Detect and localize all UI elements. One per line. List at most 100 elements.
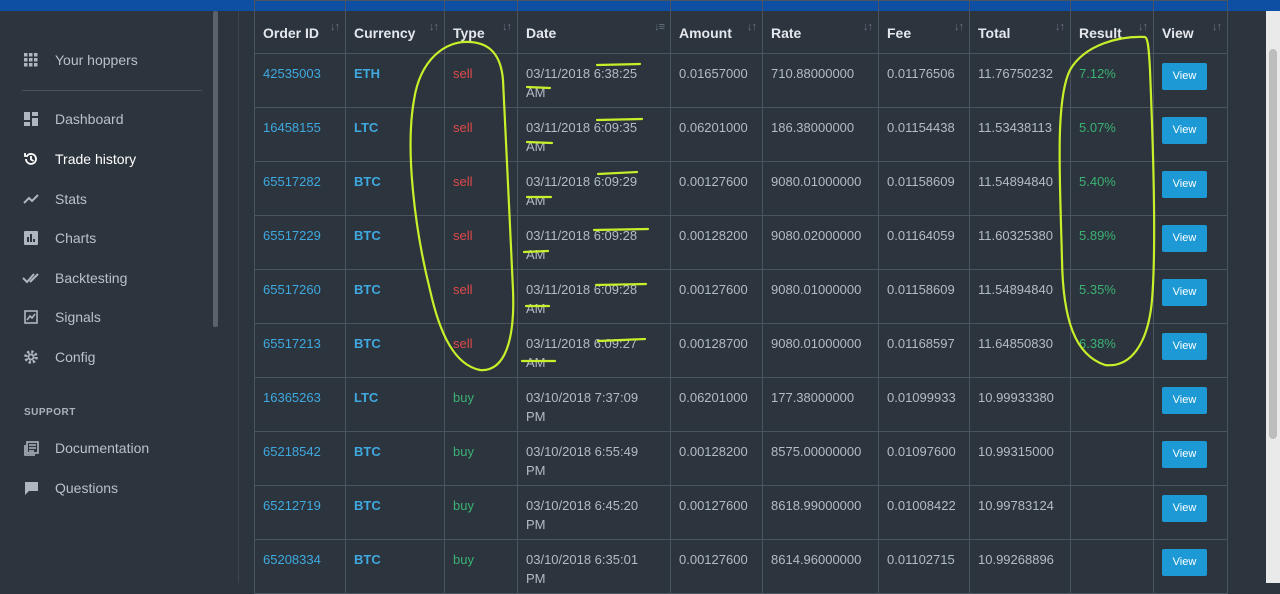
column-header-label: Fee: [887, 24, 912, 41]
column-header-label: Order ID: [263, 24, 320, 41]
order-id-link[interactable]: 42535003: [254, 53, 346, 108]
date-value: 03/11/2018 6:09:28: [526, 282, 638, 297]
sidebar-item-label: Dashboard: [55, 111, 124, 127]
view-cell: View: [1153, 485, 1228, 540]
view-cell: View: [1153, 431, 1228, 486]
result-cell: 6.38%: [1070, 323, 1154, 378]
currency-cell: BTC: [345, 161, 445, 216]
sidebar-item-label: Config: [55, 349, 96, 365]
view-cell: View: [1153, 269, 1228, 324]
date-value: 03/11/2018 6:09:35: [526, 120, 638, 135]
check-double-icon: [22, 269, 40, 287]
view-button[interactable]: View: [1162, 333, 1207, 360]
column-header-label: View: [1162, 24, 1194, 41]
order-id-link[interactable]: 65517282: [254, 161, 346, 216]
sidebar-item-dashboard[interactable]: Dashboard: [22, 109, 124, 129]
sort-icon[interactable]: ↓↑: [429, 21, 439, 33]
sort-icon[interactable]: ↓↑: [1055, 21, 1065, 33]
page-scrollbar[interactable]: [1266, 11, 1280, 583]
view-cell: View: [1153, 53, 1228, 108]
total-cell: 11.64850830: [969, 323, 1071, 378]
order-id-link[interactable]: 65517213: [254, 323, 346, 378]
amount-cell: 0.00128200: [670, 215, 763, 270]
view-cell: View: [1153, 323, 1228, 378]
sidebar-item-hoppers[interactable]: Your hoppers: [22, 50, 138, 70]
column-header[interactable]: Total ↓↑: [969, 0, 1071, 54]
sort-icon[interactable]: ↓↑: [1138, 21, 1148, 33]
result-cell: [1070, 539, 1154, 594]
sidebar-item-backtesting[interactable]: Backtesting: [22, 268, 127, 288]
sort-icon[interactable]: ↓↑: [330, 21, 340, 33]
amount-cell: 0.01657000: [670, 53, 763, 108]
sidebar-item-signals[interactable]: Signals: [22, 307, 101, 327]
dashboard-icon: [22, 110, 40, 128]
grid-icon: [22, 51, 40, 69]
column-header[interactable]: Order ID ↓↑: [254, 0, 346, 54]
sidebar-item-documentation[interactable]: Documentation: [22, 438, 149, 458]
scrollbar-thumb[interactable]: [1269, 49, 1277, 439]
view-button[interactable]: View: [1162, 117, 1207, 144]
order-id-link[interactable]: 16458155: [254, 107, 346, 162]
sort-icon[interactable]: ↓↑: [747, 21, 757, 33]
fee-cell: 0.01158609: [878, 161, 970, 216]
view-button[interactable]: View: [1162, 63, 1207, 90]
date-cell: 03/10/2018 6:55:49 PM: [517, 431, 671, 486]
view-button[interactable]: View: [1162, 387, 1207, 414]
amount-cell: 0.06201000: [670, 377, 763, 432]
column-header-label: Currency: [354, 24, 416, 41]
view-button[interactable]: View: [1162, 171, 1207, 198]
total-cell: 11.60325380: [969, 215, 1071, 270]
column-header[interactable]: Fee ↓↑: [878, 0, 970, 54]
column-header[interactable]: Date ↓≡: [517, 0, 671, 54]
sidebar-item-config[interactable]: Config: [22, 347, 95, 367]
sort-icon[interactable]: ↓↑: [954, 21, 964, 33]
date-value: 03/11/2018 6:09:27: [526, 336, 638, 351]
column-header[interactable]: Result ↓↑: [1070, 0, 1154, 54]
column-header[interactable]: View ↓↑: [1153, 0, 1228, 54]
fee-cell: 0.01168597: [878, 323, 970, 378]
sidebar-item-charts[interactable]: Charts: [22, 228, 96, 248]
view-button[interactable]: View: [1162, 441, 1207, 468]
view-button[interactable]: View: [1162, 495, 1207, 522]
sort-icon[interactable]: ↓↑: [502, 21, 512, 33]
result-cell: 5.40%: [1070, 161, 1154, 216]
order-id-link[interactable]: 65218542: [254, 431, 346, 486]
table-row: 42535003 ETH sell 03/11/2018 6:38:25 AM 0.016…: [254, 53, 1228, 108]
view-button[interactable]: View: [1162, 279, 1207, 306]
sidebar-scrollbar[interactable]: [213, 11, 218, 327]
column-header[interactable]: Amount ↓↑: [670, 0, 763, 54]
order-id-link[interactable]: 65517260: [254, 269, 346, 324]
sidebar-item-questions[interactable]: Questions: [22, 478, 118, 498]
column-header[interactable]: Rate ↓↑: [762, 0, 879, 54]
column-header[interactable]: Currency ↓↑: [345, 0, 445, 54]
type-cell: sell: [444, 323, 518, 378]
sidebar-item-trade-history[interactable]: Trade history: [22, 149, 136, 169]
order-id-link[interactable]: 65517229: [254, 215, 346, 270]
sidebar-item-stats[interactable]: Stats: [22, 189, 87, 209]
table-row: 16458155 LTC sell 03/11/2018 6:09:35 AM 0.062…: [254, 107, 1228, 162]
column-header-label: Type: [453, 24, 485, 41]
rate-cell: 710.88000000: [762, 53, 879, 108]
total-cell: 10.99783124: [969, 485, 1071, 540]
type-cell: sell: [444, 269, 518, 324]
view-button[interactable]: View: [1162, 549, 1207, 576]
sort-icon[interactable]: ↓≡: [654, 21, 665, 33]
sort-icon[interactable]: ↓↑: [863, 21, 873, 33]
order-id-link[interactable]: 16365263: [254, 377, 346, 432]
date-value: 03/10/2018 6:35:01: [526, 552, 639, 567]
sidebar-item-label: Documentation: [55, 440, 150, 456]
order-id-link[interactable]: 65212719: [254, 485, 346, 540]
type-cell: buy: [444, 539, 518, 594]
rate-cell: 8618.99000000: [762, 485, 879, 540]
view-button[interactable]: View: [1162, 225, 1207, 252]
column-header[interactable]: Type ↓↑: [444, 0, 518, 54]
order-id-link[interactable]: 65208334: [254, 539, 346, 594]
column-header-label: Amount: [679, 24, 732, 41]
sidebar-item-label: Your hoppers: [55, 52, 138, 68]
currency-cell: BTC: [345, 539, 445, 594]
sort-icon[interactable]: ↓↑: [1212, 21, 1222, 33]
date-value: 03/10/2018 7:37:09: [526, 390, 639, 405]
view-cell: View: [1153, 161, 1228, 216]
currency-cell: BTC: [345, 485, 445, 540]
date-ampm: AM: [526, 301, 546, 316]
